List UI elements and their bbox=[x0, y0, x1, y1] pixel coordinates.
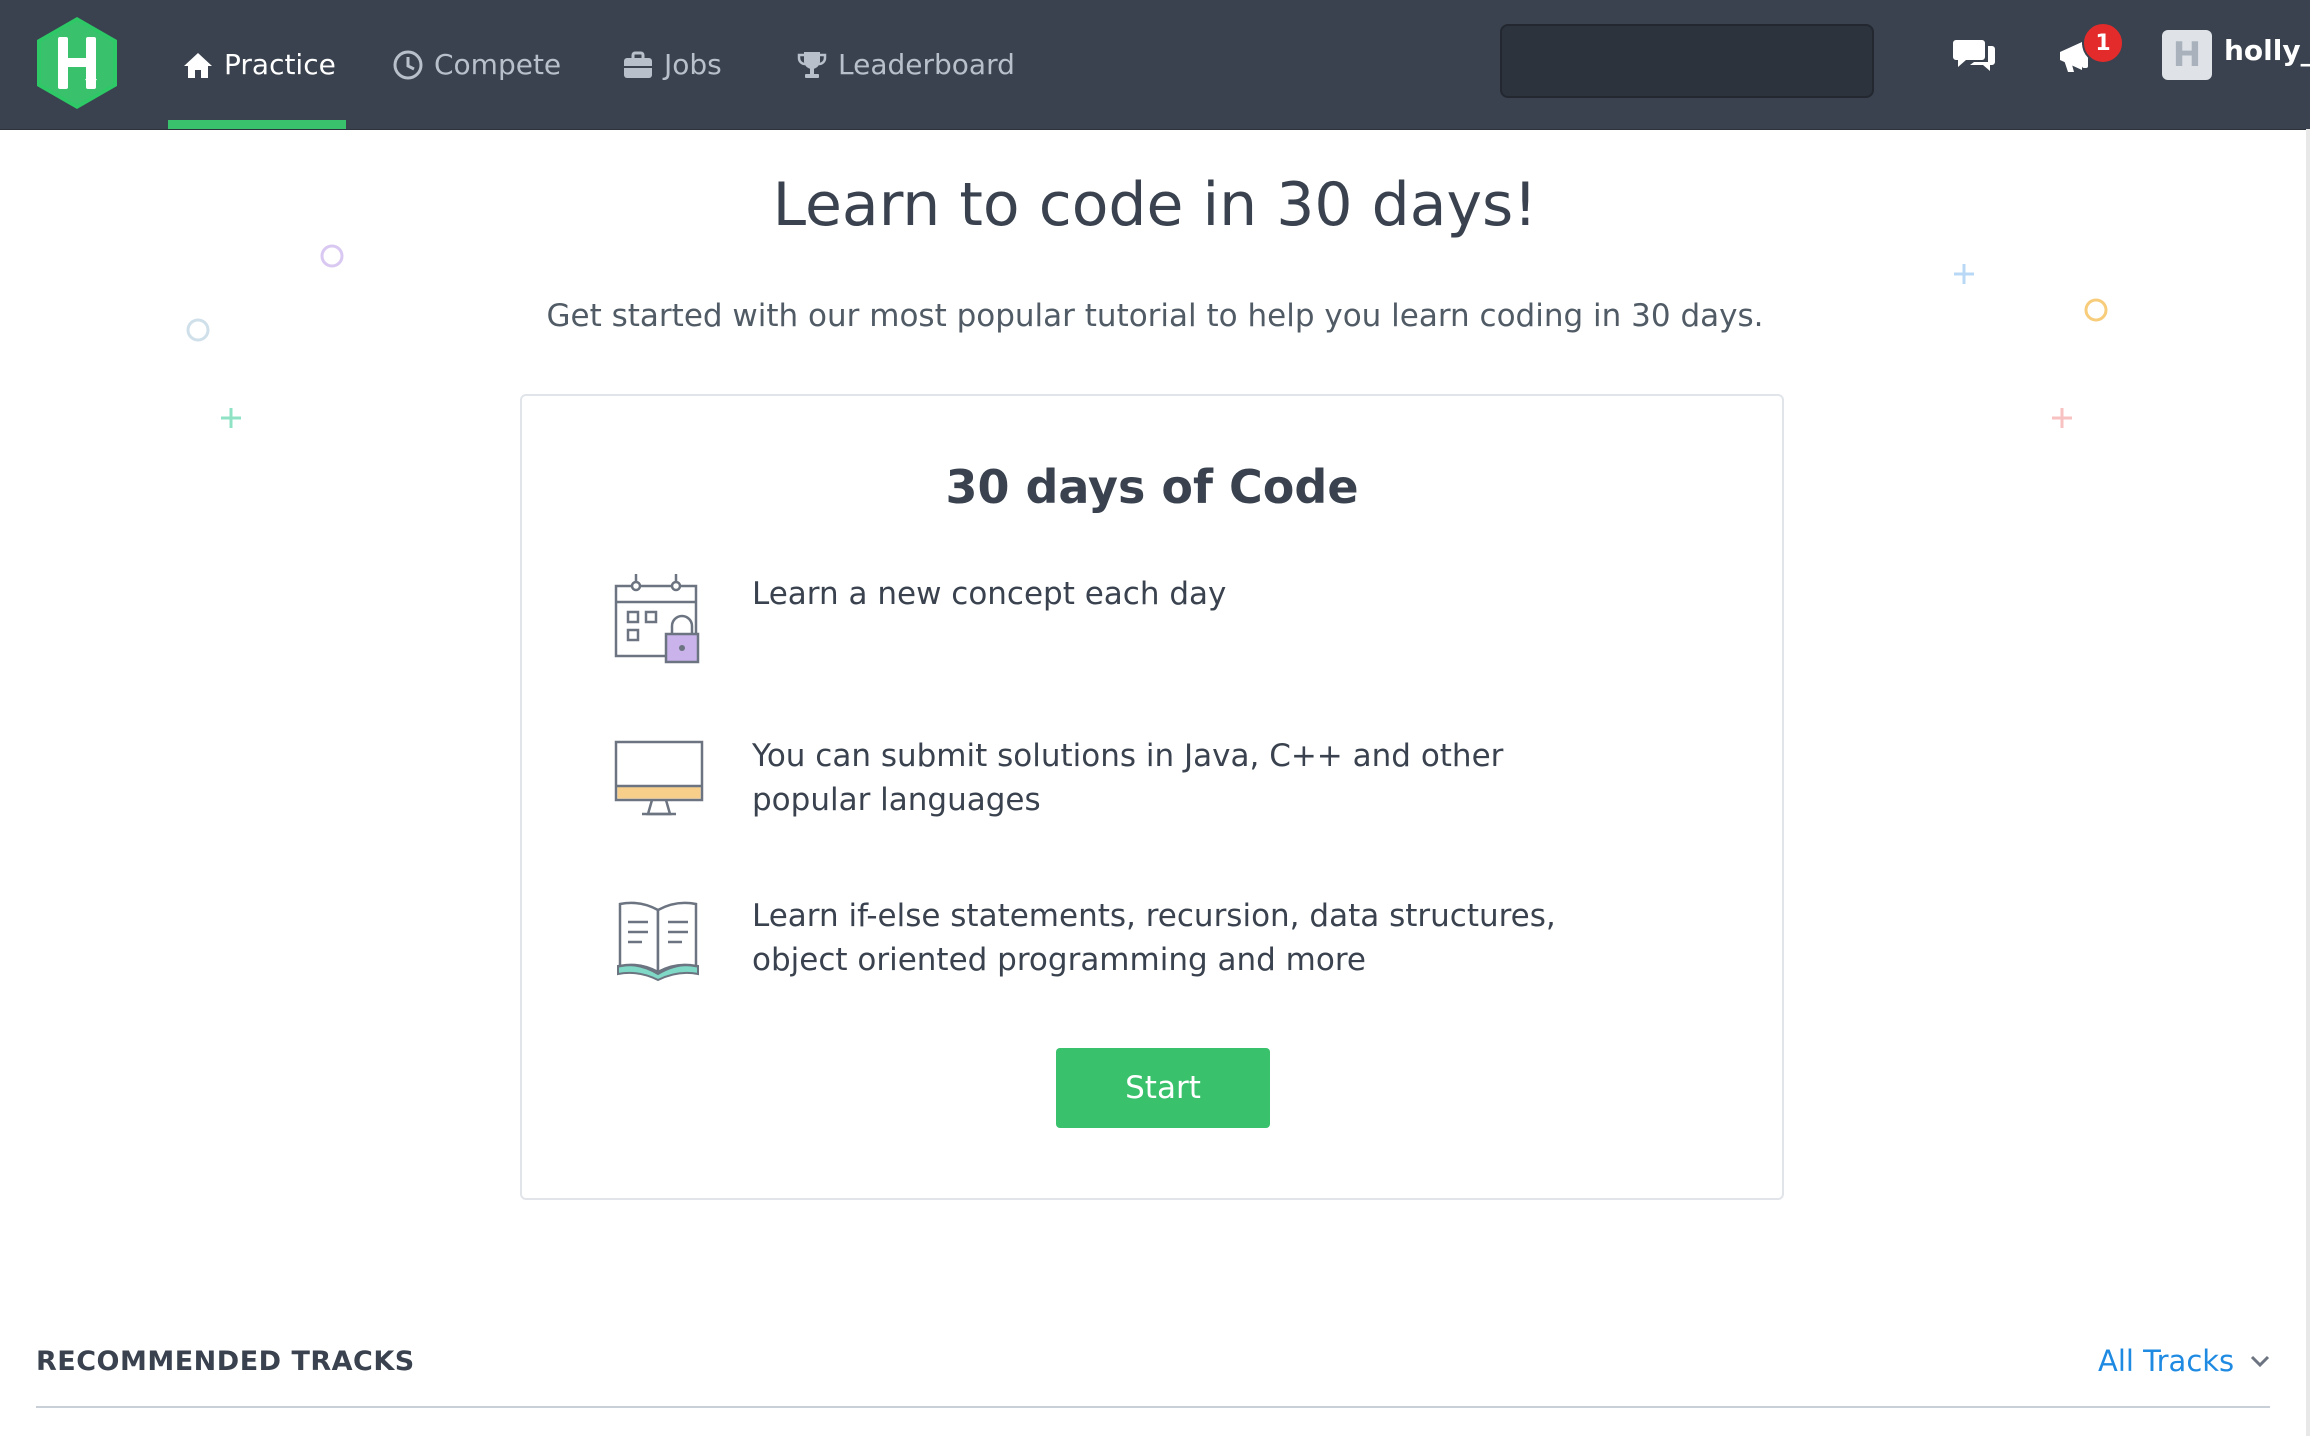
avatar[interactable]: H bbox=[2162, 30, 2212, 80]
nav-practice-label: Practice bbox=[224, 48, 336, 81]
decorative-plus-icon bbox=[221, 408, 241, 428]
feature-text: You can submit solutions in Java, C++ an… bbox=[752, 738, 1504, 818]
top-navbar: Practice Compete Jobs Leaderboard 1 H ho… bbox=[0, 0, 2310, 130]
trophy-icon bbox=[797, 51, 827, 78]
messages-icon[interactable] bbox=[1948, 30, 2000, 82]
hackerrank-logo-icon[interactable] bbox=[34, 15, 120, 111]
feature-text: Learn a new concept each day bbox=[752, 576, 1227, 612]
tutorial-card: 30 days of Code Learn a new concept each… bbox=[520, 394, 1784, 1200]
briefcase-icon bbox=[624, 51, 652, 78]
clock-icon bbox=[393, 50, 423, 79]
nav-compete-label: Compete bbox=[434, 48, 562, 81]
section-divider bbox=[36, 1406, 2270, 1408]
card-title: 30 days of Code bbox=[945, 460, 1359, 514]
nav-jobs-label: Jobs bbox=[664, 48, 722, 81]
username[interactable]: holly_v bbox=[2224, 34, 2310, 67]
notification-badge[interactable]: 1 bbox=[2082, 22, 2124, 64]
feature-item: Learn a new concept each day bbox=[614, 572, 1612, 668]
monitor-icon bbox=[614, 740, 704, 816]
feature-text: Learn if-else statements, recursion, dat… bbox=[752, 898, 1556, 978]
page-subtitle: Get started with our most popular tutori… bbox=[546, 298, 1764, 334]
feature-item: You can submit solutions in Java, C++ an… bbox=[614, 734, 1612, 830]
feature-item: Learn if-else statements, recursion, dat… bbox=[614, 894, 1612, 990]
all-tracks-label: All Tracks bbox=[2098, 1344, 2235, 1378]
home-icon bbox=[184, 52, 212, 78]
open-book-icon bbox=[617, 901, 699, 982]
nav-compete[interactable]: Compete bbox=[392, 0, 561, 129]
page-title: Learn to code in 30 days! bbox=[772, 170, 1538, 240]
nav-jobs[interactable]: Jobs bbox=[622, 0, 722, 129]
search-box[interactable] bbox=[1500, 24, 1876, 98]
chevron-down-icon bbox=[2251, 1355, 2270, 1368]
nav-leaderboard-label: Leaderboard bbox=[838, 48, 1015, 81]
decorative-plus-icon bbox=[2052, 408, 2072, 428]
active-tab-indicator bbox=[168, 120, 346, 129]
decorative-circle-icon bbox=[320, 244, 344, 268]
decorative-plus-icon bbox=[1954, 264, 1974, 284]
all-tracks-dropdown[interactable]: All Tracks bbox=[2098, 1344, 2274, 1378]
calendar-lock-icon bbox=[614, 574, 700, 664]
recommended-tracks-heading: RECOMMENDED TRACKS bbox=[36, 1346, 415, 1377]
avatar-letter: H bbox=[2172, 35, 2202, 75]
search-input[interactable] bbox=[1520, 46, 1876, 76]
nav-practice[interactable]: Practice bbox=[182, 0, 336, 129]
nav-leaderboard[interactable]: Leaderboard bbox=[796, 0, 1015, 129]
scrollbar-track[interactable] bbox=[2306, 129, 2310, 1436]
start-button[interactable]: Start bbox=[1056, 1048, 1270, 1128]
